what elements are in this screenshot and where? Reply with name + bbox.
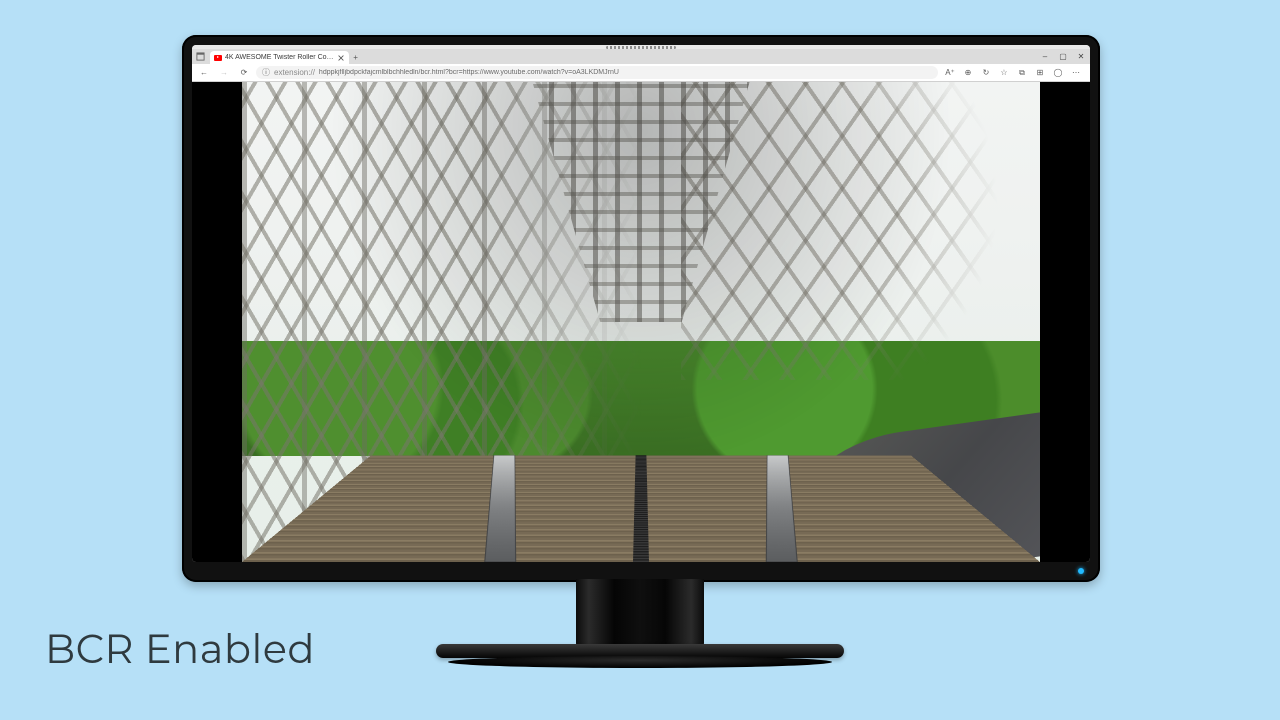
address-bar[interactable]: ⓘ extension:// hdppkjflljbdpckfajcmlblbc… xyxy=(256,66,938,79)
monitor-stand-base xyxy=(448,656,832,668)
monitor-neck xyxy=(576,579,704,649)
url-protocol: extension:// xyxy=(274,68,315,77)
monitor-power-led xyxy=(1078,568,1084,574)
back-button[interactable]: ← xyxy=(196,65,212,81)
menu-icon[interactable]: ⋯ xyxy=(1068,65,1084,81)
profile-icon[interactable]: ◯ xyxy=(1050,65,1066,81)
new-tab-button[interactable]: + xyxy=(349,51,363,64)
collections-icon[interactable]: ⧉ xyxy=(1014,65,1030,81)
read-aloud-icon[interactable]: A⁺ xyxy=(942,65,958,81)
tab-close-icon[interactable] xyxy=(337,54,345,62)
video-player[interactable] xyxy=(242,82,1040,562)
page-content xyxy=(192,82,1090,562)
tab-active[interactable]: 4K AWESOME Twister Roller Co… xyxy=(210,51,349,64)
browser-window: 4K AWESOME Twister Roller Co… + – ▢ ✕ ← … xyxy=(192,45,1090,562)
translate-icon[interactable]: ⊕ xyxy=(960,65,976,81)
site-info-icon[interactable]: ⓘ xyxy=(262,67,270,78)
video-vignette xyxy=(242,82,1040,562)
tab-actions-icon[interactable] xyxy=(192,49,208,64)
forward-button[interactable]: → xyxy=(216,65,232,81)
url-text: hdppkjflljbdpckfajcmlblbchhledln/bcr.htm… xyxy=(319,69,619,76)
tab-strip: 4K AWESOME Twister Roller Co… + – ▢ ✕ xyxy=(192,49,1090,64)
monitor-frame: 4K AWESOME Twister Roller Co… + – ▢ ✕ ← … xyxy=(182,35,1100,582)
refresh-button[interactable]: ⟳ xyxy=(236,65,252,81)
caption-text: BCR Enabled xyxy=(45,625,315,674)
sync-icon[interactable]: ↻ xyxy=(978,65,994,81)
favorite-icon[interactable]: ☆ xyxy=(996,65,1012,81)
window-close-button[interactable]: ✕ xyxy=(1072,49,1090,64)
window-maximize-button[interactable]: ▢ xyxy=(1054,49,1072,64)
window-minimize-button[interactable]: – xyxy=(1036,49,1054,64)
toolbar: ← → ⟳ ⓘ extension:// hdppkjflljbdpckfajc… xyxy=(192,64,1090,82)
extensions-icon[interactable]: ⊞ xyxy=(1032,65,1048,81)
monitor-bezel: 4K AWESOME Twister Roller Co… + – ▢ ✕ ← … xyxy=(192,45,1090,562)
youtube-favicon-icon xyxy=(214,55,222,61)
tab-title: 4K AWESOME Twister Roller Co… xyxy=(225,54,334,61)
